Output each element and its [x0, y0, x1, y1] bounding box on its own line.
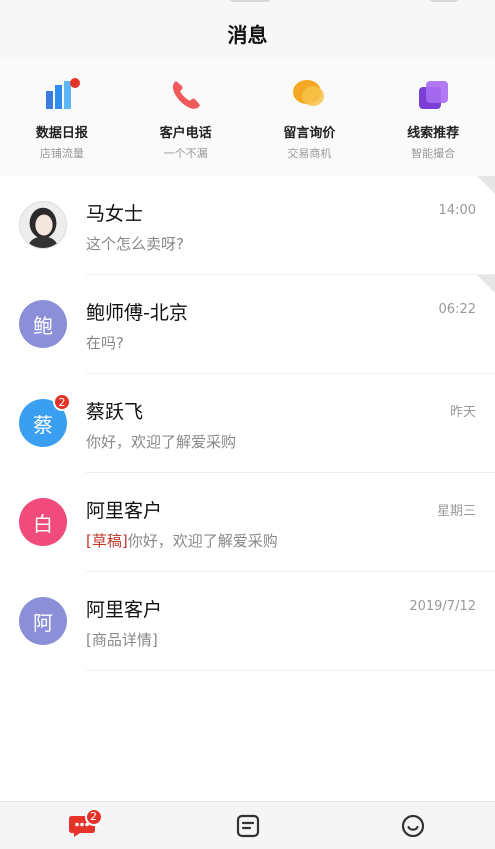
last-message: [草稿]你好，欢迎了解爱采购	[86, 530, 278, 551]
conversation-list: 马女士 这个怎么卖呀? 14:00 鲍 鲍师傅-北京 在吗? 06:22 蔡 2…	[0, 176, 495, 671]
quick-actions-bar: 数据日报 店铺流量 客户电话 一个不漏 留言询价 交易商机 线索推荐 智能撮合	[0, 58, 495, 176]
contact-name: 阿里客户	[86, 599, 163, 621]
bar-chart-icon	[7, 76, 117, 114]
avatar: 蔡 2	[19, 393, 71, 447]
bottom-tab-bar: 2	[0, 801, 495, 849]
last-message: [商品详情]	[86, 631, 158, 649]
note-icon	[236, 814, 259, 837]
tab-unread-badge: 2	[84, 807, 103, 826]
divider	[86, 670, 495, 671]
quick-action-sub: 一个不漏	[163, 147, 208, 160]
quick-action-data-report[interactable]: 数据日报 店铺流量	[7, 76, 117, 161]
pinned-corner-mark	[477, 176, 495, 194]
smiley-icon	[401, 814, 424, 837]
page-title: 消息	[227, 22, 268, 47]
conversation-row[interactable]: 鲍 鲍师傅-北京 在吗? 06:22	[0, 275, 495, 374]
message-time: 昨天	[449, 405, 476, 420]
last-message: 你好，欢迎了解爱采购	[86, 433, 237, 451]
status-bar-remnant	[230, 0, 270, 2]
quick-action-label: 留言询价	[283, 126, 336, 141]
quick-action-label: 客户电话	[159, 126, 212, 141]
avatar: 白	[19, 498, 67, 546]
quick-action-sub: 交易商机	[287, 147, 332, 160]
quick-action-label: 数据日报	[35, 126, 88, 141]
avatar-initial: 蔡	[33, 412, 53, 437]
pinned-corner-mark	[477, 275, 495, 293]
draft-text: 你好，欢迎了解爱采购	[127, 532, 278, 550]
conversation-row[interactable]: 蔡 2 蔡跃飞 你好，欢迎了解爱采购 昨天	[0, 374, 495, 473]
contact-name: 鲍师傅-北京	[86, 302, 188, 324]
phone-icon	[131, 76, 241, 114]
message-time: 14:00	[438, 203, 476, 218]
message-time: 星期三	[436, 504, 476, 519]
avatar-initial: 阿	[33, 610, 53, 635]
avatar	[19, 201, 67, 249]
top-bar: 消息	[0, 0, 495, 58]
quick-action-label: 线索推荐	[407, 126, 460, 141]
contact-name: 马女士	[86, 203, 144, 225]
unread-badge: 2	[53, 393, 71, 411]
contact-name: 阿里客户	[86, 500, 163, 522]
tab-messages[interactable]: 2	[53, 806, 113, 846]
avatar: 鲍	[19, 300, 67, 348]
avatar-initial: 鲍	[33, 313, 53, 338]
last-message: 这个怎么卖呀?	[86, 235, 184, 253]
quick-action-sub: 智能撮合	[411, 147, 456, 160]
contact-name: 蔡跃飞	[86, 401, 144, 423]
quick-action-sub: 店铺流量	[39, 147, 84, 160]
conversation-row[interactable]: 马女士 这个怎么卖呀? 14:00	[0, 176, 495, 275]
last-message: 在吗?	[86, 334, 124, 352]
conversation-row[interactable]: 阿 阿里客户 [商品详情] 2019/7/12	[0, 572, 495, 671]
tab-notes[interactable]	[218, 806, 278, 846]
tab-profile[interactable]	[383, 806, 443, 846]
avatar: 阿	[19, 597, 67, 645]
status-bar-remnant	[430, 0, 458, 2]
quick-action-customer-phone[interactable]: 客户电话 一个不漏	[131, 76, 241, 161]
conversation-row[interactable]: 白 阿里客户 [草稿]你好，欢迎了解爱采购 星期三	[0, 473, 495, 572]
layers-icon	[378, 76, 488, 114]
quick-action-lead-recommend[interactable]: 线索推荐 智能撮合	[378, 76, 488, 161]
message-time: 06:22	[438, 302, 476, 317]
chat-bubble-icon	[254, 76, 364, 114]
avatar-initial: 白	[33, 511, 53, 536]
quick-action-message-inquiry[interactable]: 留言询价 交易商机	[254, 76, 364, 161]
message-time: 2019/7/12	[409, 599, 476, 614]
draft-tag: [草稿]	[86, 532, 128, 550]
